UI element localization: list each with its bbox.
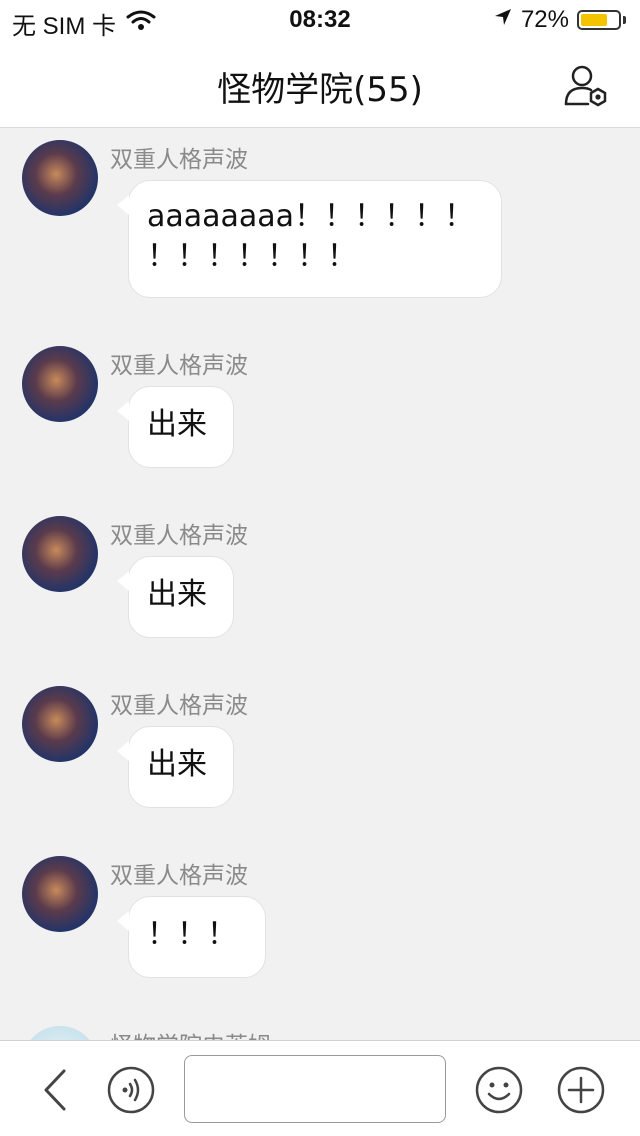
message-bubble[interactable]: 出来: [117, 726, 234, 808]
message-bubble[interactable]: ！！！: [117, 896, 266, 978]
input-toolbar: [0, 1040, 640, 1136]
message-text-line: ！！！: [147, 917, 237, 952]
avatar[interactable]: [22, 140, 98, 216]
status-bar: 无 SIM 卡 08:32 72%: [0, 0, 640, 40]
back-icon[interactable]: [30, 1065, 80, 1115]
avatar[interactable]: [22, 1026, 98, 1040]
battery-icon: [577, 10, 621, 30]
sender-name: 双重人格声波: [110, 147, 248, 173]
message-bubble[interactable]: 出来: [117, 386, 234, 468]
battery-tip: [623, 16, 626, 24]
sender-name: 双重人格声波: [110, 523, 248, 549]
chat-area[interactable]: 双重人格声波 aaaaaaaa！！！！！！ ！！！！！！！ 双重人格声波 出来 …: [0, 128, 640, 1040]
sender-name: 双重人格声波: [110, 353, 248, 379]
message-text-line: aaaaaaaa！！！！！！: [147, 199, 475, 234]
avatar[interactable]: [22, 516, 98, 592]
nav-bar: 怪物学院(55): [0, 40, 640, 128]
emoji-icon[interactable]: [474, 1065, 524, 1115]
sender-name: 双重人格声波: [110, 863, 248, 889]
battery-percent: 72%: [520, 6, 569, 33]
location-arrow-icon: [493, 6, 513, 34]
group-settings-icon[interactable]: [564, 62, 610, 108]
message-text-line: ！！！！！！！: [147, 239, 357, 274]
voice-icon[interactable]: [106, 1065, 156, 1115]
battery-fill: [581, 14, 607, 26]
message-input[interactable]: [184, 1055, 446, 1123]
message-text-line: 出来: [147, 577, 207, 612]
message-text-line: 出来: [147, 407, 207, 442]
status-right: 72%: [493, 6, 626, 34]
avatar[interactable]: [22, 686, 98, 762]
sender-name: 怪物学院史莱姆: [110, 1026, 271, 1040]
message-bubble[interactable]: aaaaaaaa！！！！！！ ！！！！！！！: [117, 180, 502, 298]
avatar[interactable]: [22, 856, 98, 932]
message-text-line: 出来: [147, 747, 207, 782]
sender-name: 双重人格声波: [110, 693, 248, 719]
group-title: 怪物学院(55): [217, 70, 423, 110]
plus-icon[interactable]: [556, 1065, 606, 1115]
message-bubble[interactable]: 出来: [117, 556, 234, 638]
avatar[interactable]: [22, 346, 98, 422]
